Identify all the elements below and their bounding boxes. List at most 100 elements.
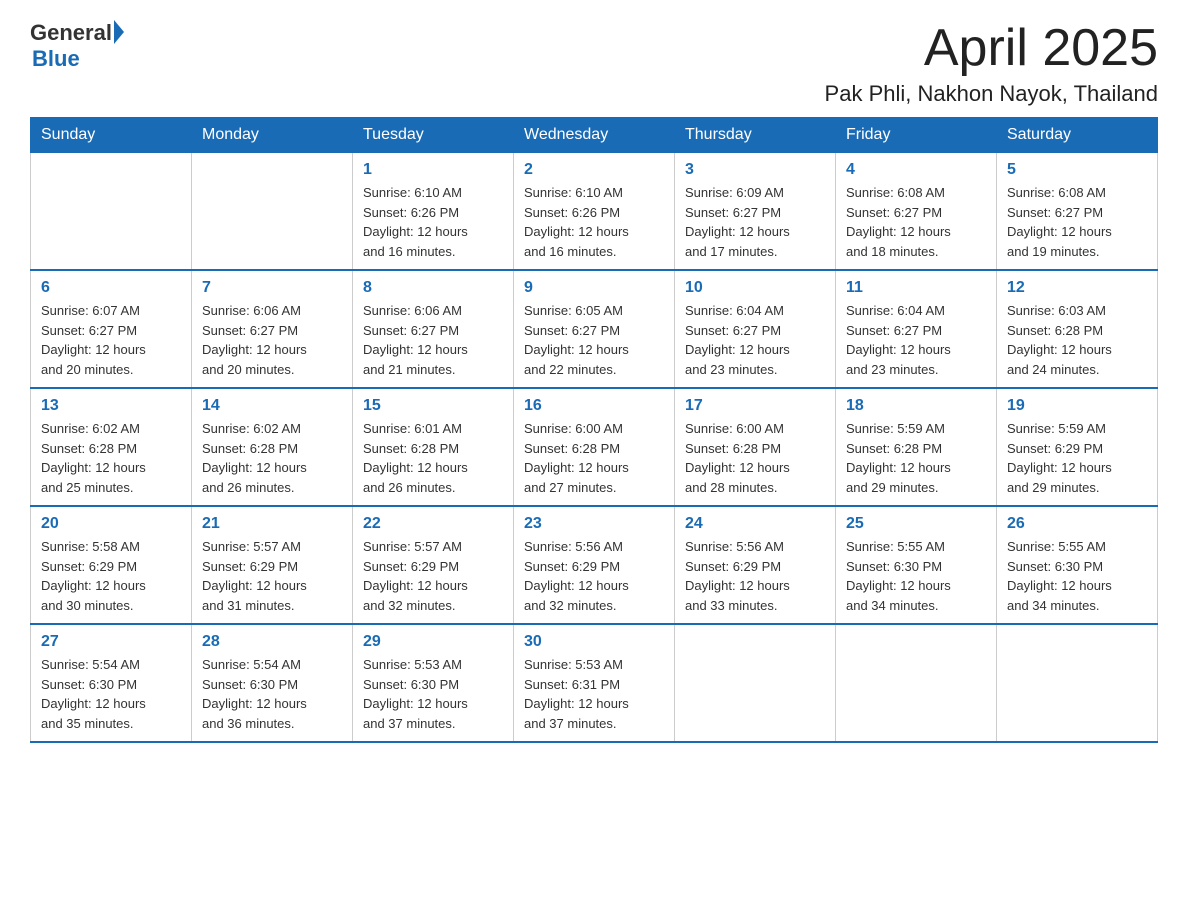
page-header: General Blue April 2025 Pak Phli, Nakhon… (30, 20, 1158, 107)
calendar-day-cell (997, 624, 1158, 742)
day-info: Sunrise: 6:10 AMSunset: 6:26 PMDaylight:… (524, 183, 664, 261)
calendar-week-row: 1 Sunrise: 6:10 AMSunset: 6:26 PMDaylight… (31, 153, 1158, 271)
day-info: Sunrise: 5:57 AMSunset: 6:29 PMDaylight:… (202, 537, 342, 615)
day-info: Sunrise: 5:59 AMSunset: 6:28 PMDaylight:… (846, 419, 986, 497)
day-number: 14 (202, 397, 342, 415)
day-info: Sunrise: 5:56 AMSunset: 6:29 PMDaylight:… (685, 537, 825, 615)
calendar-day-cell: 30Sunrise: 5:53 AMSunset: 6:31 PMDayligh… (514, 624, 675, 742)
day-number: 18 (846, 397, 986, 415)
day-info: Sunrise: 6:04 AMSunset: 6:27 PMDaylight:… (846, 301, 986, 379)
day-info: Sunrise: 6:09 AMSunset: 6:27 PMDaylight:… (685, 183, 825, 261)
day-info: Sunrise: 6:07 AMSunset: 6:27 PMDaylight:… (41, 301, 181, 379)
title-section: April 2025 Pak Phli, Nakhon Nayok, Thail… (825, 20, 1158, 107)
calendar-day-cell: 26 Sunrise: 5:55 AMSunset: 6:30 PMDayligh… (997, 506, 1158, 624)
header-saturday: Saturday (997, 118, 1158, 153)
day-number: 23 (524, 515, 664, 533)
month-title: April 2025 (825, 20, 1158, 77)
day-number: 27 (41, 633, 181, 651)
day-info: Sunrise: 5:53 AMSunset: 6:30 PMDaylight:… (363, 655, 503, 733)
day-number: 22 (363, 515, 503, 533)
day-number: 5 (1007, 161, 1147, 179)
calendar-day-cell (31, 153, 192, 271)
logo-general-text: General (30, 20, 112, 46)
calendar-week-row: 27 Sunrise: 5:54 AMSunset: 6:30 PMDayligh… (31, 624, 1158, 742)
header-thursday: Thursday (675, 118, 836, 153)
header-row: SundayMondayTuesdayWednesdayThursdayFrid… (31, 118, 1158, 153)
calendar-day-cell: 25Sunrise: 5:55 AMSunset: 6:30 PMDayligh… (836, 506, 997, 624)
calendar-day-cell: 19 Sunrise: 5:59 AMSunset: 6:29 PMDayligh… (997, 388, 1158, 506)
day-info: Sunrise: 5:55 AMSunset: 6:30 PMDaylight:… (1007, 537, 1147, 615)
logo-arrow-icon (114, 20, 124, 44)
calendar-day-cell: 23 Sunrise: 5:56 AMSunset: 6:29 PMDayligh… (514, 506, 675, 624)
day-number: 26 (1007, 515, 1147, 533)
day-info: Sunrise: 5:58 AMSunset: 6:29 PMDaylight:… (41, 537, 181, 615)
day-info: Sunrise: 6:05 AMSunset: 6:27 PMDaylight:… (524, 301, 664, 379)
calendar-day-cell: 16 Sunrise: 6:00 AMSunset: 6:28 PMDayligh… (514, 388, 675, 506)
day-number: 21 (202, 515, 342, 533)
calendar-day-cell: 29 Sunrise: 5:53 AMSunset: 6:30 PMDayligh… (353, 624, 514, 742)
header-wednesday: Wednesday (514, 118, 675, 153)
header-monday: Monday (192, 118, 353, 153)
day-info: Sunrise: 5:55 AMSunset: 6:30 PMDaylight:… (846, 537, 986, 615)
day-number: 9 (524, 279, 664, 297)
day-info: Sunrise: 6:04 AMSunset: 6:27 PMDaylight:… (685, 301, 825, 379)
calendar-day-cell: 18 Sunrise: 5:59 AMSunset: 6:28 PMDayligh… (836, 388, 997, 506)
day-number: 29 (363, 633, 503, 651)
day-info: Sunrise: 6:02 AMSunset: 6:28 PMDaylight:… (41, 419, 181, 497)
day-number: 7 (202, 279, 342, 297)
day-info: Sunrise: 6:02 AMSunset: 6:28 PMDaylight:… (202, 419, 342, 497)
calendar-day-cell: 17 Sunrise: 6:00 AMSunset: 6:28 PMDayligh… (675, 388, 836, 506)
day-number: 19 (1007, 397, 1147, 415)
day-number: 16 (524, 397, 664, 415)
day-info: Sunrise: 5:54 AMSunset: 6:30 PMDaylight:… (41, 655, 181, 733)
day-info: Sunrise: 6:08 AMSunset: 6:27 PMDaylight:… (846, 183, 986, 261)
day-number: 4 (846, 161, 986, 179)
day-info: Sunrise: 6:01 AMSunset: 6:28 PMDaylight:… (363, 419, 503, 497)
day-info: Sunrise: 6:00 AMSunset: 6:28 PMDaylight:… (524, 419, 664, 497)
day-info: Sunrise: 5:53 AMSunset: 6:31 PMDaylight:… (524, 655, 664, 733)
header-friday: Friday (836, 118, 997, 153)
day-info: Sunrise: 5:56 AMSunset: 6:29 PMDaylight:… (524, 537, 664, 615)
logo-blue-text: Blue (32, 46, 124, 72)
calendar-day-cell: 2 Sunrise: 6:10 AMSunset: 6:26 PMDaylight… (514, 153, 675, 271)
calendar-day-cell: 14 Sunrise: 6:02 AMSunset: 6:28 PMDayligh… (192, 388, 353, 506)
calendar-day-cell: 21 Sunrise: 5:57 AMSunset: 6:29 PMDayligh… (192, 506, 353, 624)
location-title: Pak Phli, Nakhon Nayok, Thailand (825, 81, 1158, 107)
calendar-day-cell: 10 Sunrise: 6:04 AMSunset: 6:27 PMDayligh… (675, 270, 836, 388)
day-number: 15 (363, 397, 503, 415)
day-number: 28 (202, 633, 342, 651)
calendar-day-cell: 22 Sunrise: 5:57 AMSunset: 6:29 PMDayligh… (353, 506, 514, 624)
day-number: 2 (524, 161, 664, 179)
header-sunday: Sunday (31, 118, 192, 153)
header-tuesday: Tuesday (353, 118, 514, 153)
day-info: Sunrise: 6:06 AMSunset: 6:27 PMDaylight:… (363, 301, 503, 379)
calendar-week-row: 6Sunrise: 6:07 AMSunset: 6:27 PMDaylight… (31, 270, 1158, 388)
day-info: Sunrise: 6:08 AMSunset: 6:27 PMDaylight:… (1007, 183, 1147, 261)
day-info: Sunrise: 6:03 AMSunset: 6:28 PMDaylight:… (1007, 301, 1147, 379)
calendar-day-cell: 20 Sunrise: 5:58 AMSunset: 6:29 PMDayligh… (31, 506, 192, 624)
calendar-day-cell: 5 Sunrise: 6:08 AMSunset: 6:27 PMDaylight… (997, 153, 1158, 271)
day-number: 1 (363, 161, 503, 179)
day-number: 24 (685, 515, 825, 533)
calendar-week-row: 13Sunrise: 6:02 AMSunset: 6:28 PMDayligh… (31, 388, 1158, 506)
calendar-day-cell: 12Sunrise: 6:03 AMSunset: 6:28 PMDayligh… (997, 270, 1158, 388)
day-info: Sunrise: 6:06 AMSunset: 6:27 PMDaylight:… (202, 301, 342, 379)
day-info: Sunrise: 5:57 AMSunset: 6:29 PMDaylight:… (363, 537, 503, 615)
calendar-day-cell: 24 Sunrise: 5:56 AMSunset: 6:29 PMDayligh… (675, 506, 836, 624)
day-info: Sunrise: 5:54 AMSunset: 6:30 PMDaylight:… (202, 655, 342, 733)
day-number: 10 (685, 279, 825, 297)
calendar-day-cell: 11 Sunrise: 6:04 AMSunset: 6:27 PMDayligh… (836, 270, 997, 388)
calendar-day-cell: 15 Sunrise: 6:01 AMSunset: 6:28 PMDayligh… (353, 388, 514, 506)
calendar-day-cell: 8 Sunrise: 6:06 AMSunset: 6:27 PMDaylight… (353, 270, 514, 388)
day-number: 20 (41, 515, 181, 533)
calendar-table: SundayMondayTuesdayWednesdayThursdayFrid… (30, 117, 1158, 743)
day-info: Sunrise: 6:00 AMSunset: 6:28 PMDaylight:… (685, 419, 825, 497)
day-info: Sunrise: 5:59 AMSunset: 6:29 PMDaylight:… (1007, 419, 1147, 497)
day-number: 8 (363, 279, 503, 297)
calendar-day-cell (836, 624, 997, 742)
calendar-day-cell: 1Sunrise: 6:10 AMSunset: 6:26 PMDaylight… (353, 153, 514, 271)
day-number: 17 (685, 397, 825, 415)
calendar-day-cell: 27 Sunrise: 5:54 AMSunset: 6:30 PMDayligh… (31, 624, 192, 742)
calendar-day-cell: 28 Sunrise: 5:54 AMSunset: 6:30 PMDayligh… (192, 624, 353, 742)
day-number: 11 (846, 279, 986, 297)
